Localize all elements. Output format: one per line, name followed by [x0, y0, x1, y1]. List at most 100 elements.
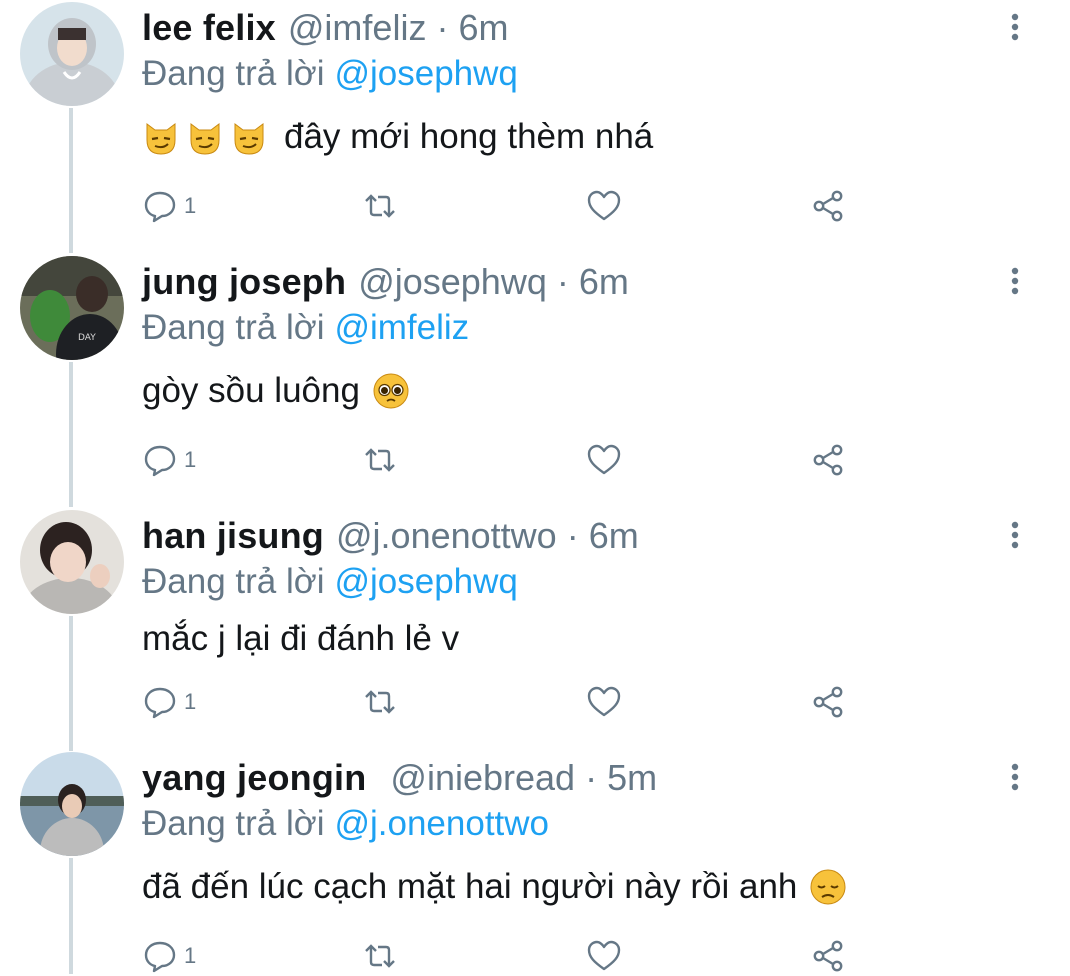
heart-icon	[587, 444, 621, 475]
tweet-actions: 1	[142, 186, 862, 226]
tweet-text: đã đến lúc cạch mặt hai người này rồi an…	[142, 864, 847, 910]
user-handle[interactable]: @imfeliz	[288, 6, 427, 50]
timestamp[interactable]: 6m	[458, 6, 508, 50]
reply-button[interactable]: 1	[142, 682, 196, 722]
retweet-icon	[365, 194, 395, 218]
tweet[interactable]: han jisung @j.onenottwo · 6m Đang trả lờ…	[0, 508, 1070, 750]
tweet-actions: 1	[142, 440, 862, 480]
avatar[interactable]	[20, 752, 124, 856]
tweet[interactable]: yang jeongin @iniebread · 5m Đang trả lờ…	[0, 750, 1070, 974]
smirking-cat-emoji	[186, 118, 224, 156]
user-handle[interactable]: @iniebread	[390, 756, 575, 800]
reply-icon	[144, 687, 176, 719]
replying-to-label: Đang trả lời	[142, 804, 325, 843]
display-name[interactable]: jung joseph	[142, 260, 346, 304]
tweet-actions: 1	[142, 936, 862, 976]
retweet-icon	[365, 944, 395, 968]
replying-to-label: Đang trả lời	[142, 54, 325, 93]
disappointed-face-emoji	[809, 868, 847, 906]
more-vertical-icon[interactable]	[1004, 12, 1026, 42]
tweet-text: gòy sồu luông	[142, 368, 410, 414]
reply-count: 1	[184, 943, 197, 968]
avatar-image: DAY	[20, 256, 124, 360]
avatar[interactable]: DAY	[20, 256, 124, 360]
tweet-header: yang jeongin @iniebread · 5m	[142, 756, 657, 800]
share-button[interactable]	[810, 186, 846, 226]
mention-link[interactable]: @imfeliz	[334, 308, 469, 347]
user-handle[interactable]: @josephwq	[358, 260, 547, 304]
avatar-image	[20, 2, 124, 106]
share-button[interactable]	[810, 440, 846, 480]
mention-link[interactable]: @josephwq	[334, 54, 517, 93]
timestamp[interactable]: 6m	[579, 260, 629, 304]
reply-count: 1	[184, 447, 197, 472]
separator-dot: ·	[436, 7, 449, 48]
replying-to-label: Đang trả lời	[142, 562, 325, 601]
tweet-text: mắc j lại đi đánh lẻ v	[142, 616, 459, 662]
like-button[interactable]	[586, 440, 622, 480]
tweet-actions: 1	[142, 682, 862, 722]
heart-icon	[587, 686, 621, 717]
avatar-image	[20, 752, 124, 856]
reply-icon	[144, 191, 176, 223]
more-vertical-icon[interactable]	[1004, 266, 1026, 296]
heart-icon	[587, 940, 621, 971]
separator-dot: ·	[556, 261, 569, 302]
separator-dot: ·	[566, 515, 579, 556]
share-icon	[813, 940, 843, 972]
display-name[interactable]: yang jeongin	[142, 756, 366, 800]
retweet-icon	[365, 690, 395, 714]
share-icon	[813, 190, 843, 222]
smirking-cat-emoji	[230, 118, 268, 156]
reply-count: 1	[184, 193, 197, 218]
tweet-text-content: đã đến lúc cạch mặt hai người này rồi an…	[142, 867, 798, 906]
reply-button[interactable]: 1	[142, 440, 196, 480]
tweet-text-content: mắc j lại đi đánh lẻ v	[142, 619, 460, 658]
share-button[interactable]	[810, 936, 846, 976]
like-button[interactable]	[586, 186, 622, 226]
tweet-header: han jisung @j.onenottwo · 6m	[142, 514, 639, 558]
replying-to: Đang trả lời @josephwq	[142, 560, 518, 604]
replying-to: Đang trả lời @imfeliz	[142, 306, 469, 350]
display-name[interactable]: han jisung	[142, 514, 324, 558]
mention-link[interactable]: @josephwq	[334, 562, 517, 601]
timestamp[interactable]: 6m	[589, 514, 639, 558]
retweet-button[interactable]	[362, 440, 398, 480]
share-icon	[813, 686, 843, 718]
reply-icon	[144, 941, 176, 973]
mention-link[interactable]: @j.onenottwo	[334, 804, 549, 843]
tweet-header: jung joseph @josephwq · 6m	[142, 260, 629, 304]
separator-dot: ·	[585, 757, 598, 798]
like-button[interactable]	[586, 682, 622, 722]
tweet[interactable]: DAY jung joseph @josephwq · 6m Đang trả …	[0, 254, 1070, 508]
tweet[interactable]: lee felix @imfeliz · 6m Đang trả lời @jos…	[0, 0, 1070, 254]
tweet-text-content: gòy sồu luông	[142, 371, 360, 410]
timestamp[interactable]: 5m	[607, 756, 657, 800]
svg-text:DAY: DAY	[78, 333, 96, 343]
like-button[interactable]	[586, 936, 622, 976]
replying-to-label: Đang trả lời	[142, 308, 325, 347]
avatar[interactable]	[20, 510, 124, 614]
reply-count: 1	[184, 689, 197, 714]
reply-button[interactable]: 1	[142, 936, 196, 976]
retweet-button[interactable]	[362, 186, 398, 226]
avatar-image	[20, 510, 124, 614]
user-handle[interactable]: @j.onenottwo	[336, 514, 557, 558]
avatar[interactable]	[20, 2, 124, 106]
tweet-text-content: đây mới hong thèm nhá	[284, 117, 654, 156]
display-name[interactable]: lee felix	[142, 6, 276, 50]
reply-icon	[144, 445, 176, 477]
retweet-icon	[365, 448, 395, 472]
more-vertical-icon[interactable]	[1004, 762, 1026, 792]
tweet-text: đây mới hong thèm nhá	[142, 114, 653, 160]
reply-button[interactable]: 1	[142, 186, 196, 226]
share-icon	[813, 444, 843, 476]
share-button[interactable]	[810, 682, 846, 722]
smirking-cat-emoji	[142, 118, 180, 156]
replying-to: Đang trả lời @j.onenottwo	[142, 802, 549, 846]
replying-to: Đang trả lời @josephwq	[142, 52, 518, 96]
more-vertical-icon[interactable]	[1004, 520, 1026, 550]
retweet-button[interactable]	[362, 682, 398, 722]
retweet-button[interactable]	[362, 936, 398, 976]
pleading-face-emoji	[372, 372, 410, 410]
